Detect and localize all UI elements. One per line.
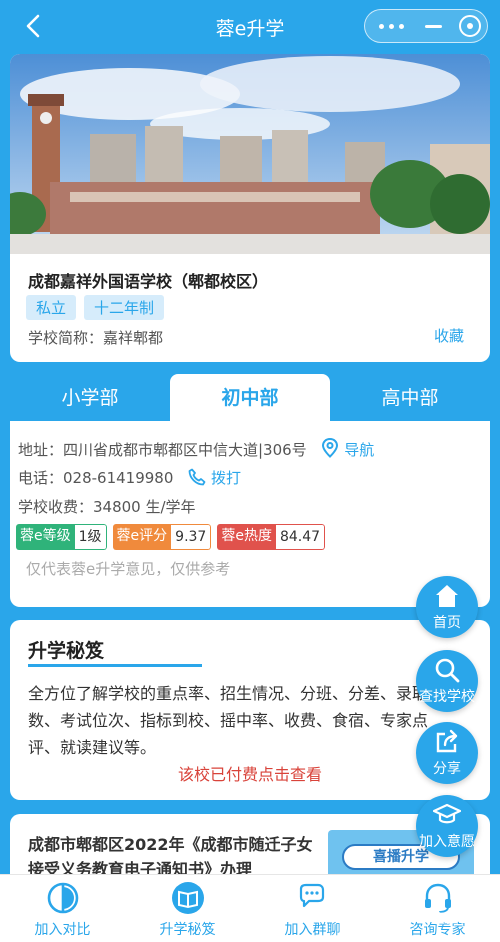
- rating-badges: 蓉e等级 1级 蓉e评分 9.37 蓉e热度 84.47: [16, 524, 326, 550]
- phone-row: 电话：028-61419980 拨打: [18, 467, 241, 488]
- fab-share[interactable]: 分享: [416, 722, 478, 784]
- tag-private: 私立: [26, 295, 77, 320]
- tag-twelve-year: 十二年制: [84, 295, 165, 320]
- search-icon: [435, 658, 460, 683]
- tab-middle[interactable]: 初中部: [170, 374, 330, 422]
- address-row: 地址：四川省成都市郫都区中信大道|306号 导航: [18, 437, 375, 460]
- navigate-label: 导航: [344, 441, 375, 459]
- guide-description: 全方位了解学校的重点率、招生情况、分班、分差、录取人数、考试位次、指标到校、摇中…: [28, 684, 445, 757]
- phone-text: 电话：028-61419980: [18, 469, 174, 487]
- fab-join-intent[interactable]: 加入意愿: [416, 795, 478, 857]
- tabbar-group-chat[interactable]: 加入群聊: [250, 875, 375, 942]
- badge-heat: 蓉e热度 84.47: [217, 524, 326, 550]
- school-abbreviation: 学校简称：嘉祥郫都: [28, 329, 164, 347]
- book-icon: [172, 882, 204, 914]
- top-bar: 蓉e升学: [0, 0, 500, 52]
- school-tags: 私立 十二年制: [26, 295, 165, 320]
- fee-text: 学校收费：34800 生/学年: [18, 498, 196, 516]
- address-text: 地址：四川省成都市郫都区中信大道|306号: [18, 441, 307, 459]
- chat-icon: [299, 883, 325, 908]
- tab-primary[interactable]: 小学部: [10, 374, 170, 422]
- tabbar-guide[interactable]: 升学秘笈: [125, 875, 250, 942]
- call-label: 拨打: [210, 469, 241, 487]
- fab-find-school[interactable]: 查找学校: [416, 650, 478, 712]
- home-icon: [436, 585, 458, 607]
- badge-score: 蓉e评分 9.37: [112, 524, 212, 550]
- disclaimer-note: 仅代表蓉e升学意见，仅供参考: [26, 560, 231, 578]
- navigate-button[interactable]: 导航: [321, 437, 375, 459]
- phone-icon: [188, 468, 206, 486]
- watermark-text: 知乎 @喜播教育: [390, 912, 486, 927]
- location-pin-icon: [322, 437, 339, 458]
- tabbar-compare[interactable]: 加入对比: [0, 875, 125, 942]
- more-menu-icon[interactable]: [365, 10, 417, 42]
- badge-level: 蓉e等级 1级: [16, 524, 107, 550]
- school-card: 成都嘉祥外国语学校（郫都校区） 私立 十二年制 学校简称：嘉祥郫都 收藏: [10, 54, 490, 362]
- school-name: 成都嘉祥外国语学校（郫都校区）: [28, 272, 269, 291]
- tab-high[interactable]: 高中部: [330, 374, 490, 422]
- mini-program-capsule: [364, 9, 488, 43]
- compare-icon: [47, 882, 79, 914]
- share-icon: [436, 729, 458, 753]
- close-mini-program-icon[interactable]: [453, 10, 489, 42]
- graduation-cap-icon: [433, 803, 461, 824]
- call-button[interactable]: 拨打: [188, 468, 241, 487]
- school-photo: [10, 54, 490, 254]
- fab-home[interactable]: 首页: [416, 576, 478, 638]
- minimize-icon[interactable]: [417, 10, 453, 42]
- guide-title: 升学秘笈: [28, 640, 105, 662]
- guide-title-underline: [28, 664, 202, 667]
- section-tabs: 小学部 初中部 高中部: [10, 374, 490, 422]
- favorite-button[interactable]: 收藏: [434, 325, 464, 346]
